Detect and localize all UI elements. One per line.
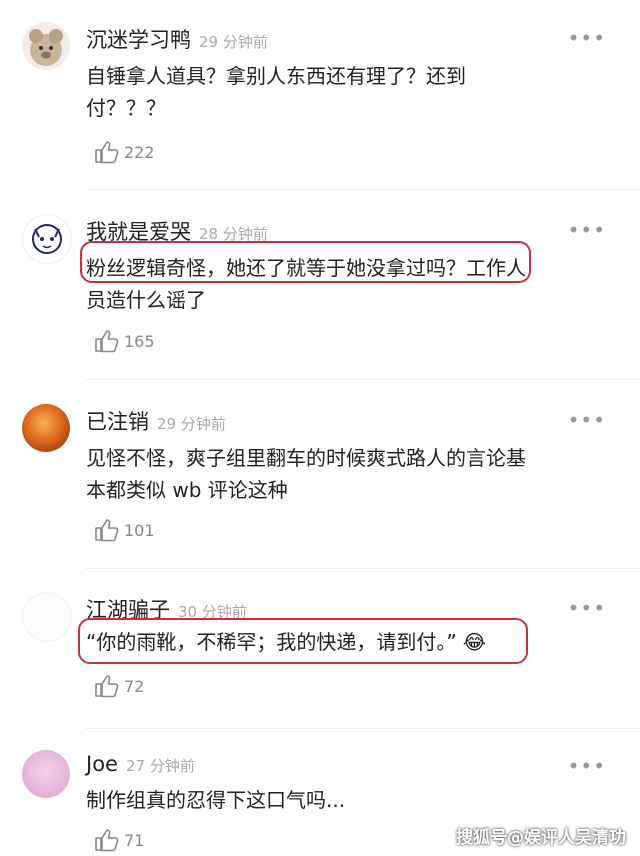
user-avatar[interactable]	[22, 22, 70, 70]
like-button[interactable]: 71	[94, 828, 144, 852]
comment-item: 已注销 29 分钟前 ••• 见怪不怪，爽子组里翻车的时候爽式路人的言论基 本都类似…	[0, 382, 640, 570]
divider	[86, 568, 640, 569]
like-button[interactable]: 101	[94, 518, 155, 542]
like-count: 165	[124, 331, 155, 351]
more-options-icon[interactable]: •••	[568, 596, 606, 620]
username[interactable]: Joe 27 分钟前	[86, 752, 195, 776]
thumbs-up-icon	[95, 829, 119, 852]
like-button[interactable]: 222	[94, 140, 155, 164]
user-avatar[interactable]	[22, 404, 70, 452]
comment-text: 自锤拿人道具？拿别人东西还有理了？还到 付？？？	[86, 64, 466, 120]
like-count: 101	[124, 520, 155, 540]
like-button[interactable]: 72	[94, 674, 144, 698]
more-options-icon[interactable]: •••	[568, 408, 606, 432]
comment-item: 我就是爱哭 28 分钟前 ••• 粉丝逻辑奇怪，她还了就等于她没拿过吗？工作人 员造…	[0, 192, 640, 382]
user-avatar[interactable]	[22, 750, 70, 798]
divider	[86, 189, 640, 190]
user-avatar[interactable]	[22, 592, 72, 642]
more-options-icon[interactable]: •••	[568, 26, 606, 50]
like-count: 72	[124, 676, 145, 696]
like-count: 222	[124, 142, 155, 162]
comment-text: 见怪不怪，爽子组里翻车的时候爽式路人的言论基 本都类似 wb 评论这种	[86, 446, 526, 502]
user-avatar[interactable]	[22, 214, 72, 264]
timestamp: 27 分钟前	[125, 757, 195, 775]
highlight-box	[80, 241, 531, 283]
thumbs-up-icon	[95, 141, 119, 164]
more-options-icon[interactable]: •••	[568, 754, 606, 778]
comment-item: 沉迷学习鸭 29 分钟前 ••• 自锤拿人道具？拿别人东西还有理了？还到 付？？？ …	[0, 0, 640, 190]
like-button[interactable]: 165	[94, 329, 155, 353]
timestamp: 29 分钟前	[157, 415, 226, 433]
watermark: 搜狐号@娱评人吴清功	[456, 828, 626, 848]
thumbs-up-icon	[95, 675, 119, 698]
more-options-icon[interactable]: •••	[568, 218, 606, 242]
timestamp: 29 分钟前	[199, 33, 268, 51]
like-count: 71	[124, 830, 145, 850]
comment-text: 制作组真的忍得下这口气吗...	[86, 788, 346, 812]
divider	[86, 379, 640, 380]
username[interactable]: 沉迷学习鸭 29 分钟前	[86, 24, 268, 54]
username[interactable]: 已注销 29 分钟前	[86, 406, 226, 436]
comment-item: 江湖骗子 30 分钟前 ••• “你的雨靴，不稀罕；我的快递，请到付。” 😂 72	[0, 570, 640, 730]
highlight-box	[78, 618, 528, 664]
thumbs-up-icon	[95, 519, 119, 542]
thumbs-up-icon	[95, 330, 119, 353]
